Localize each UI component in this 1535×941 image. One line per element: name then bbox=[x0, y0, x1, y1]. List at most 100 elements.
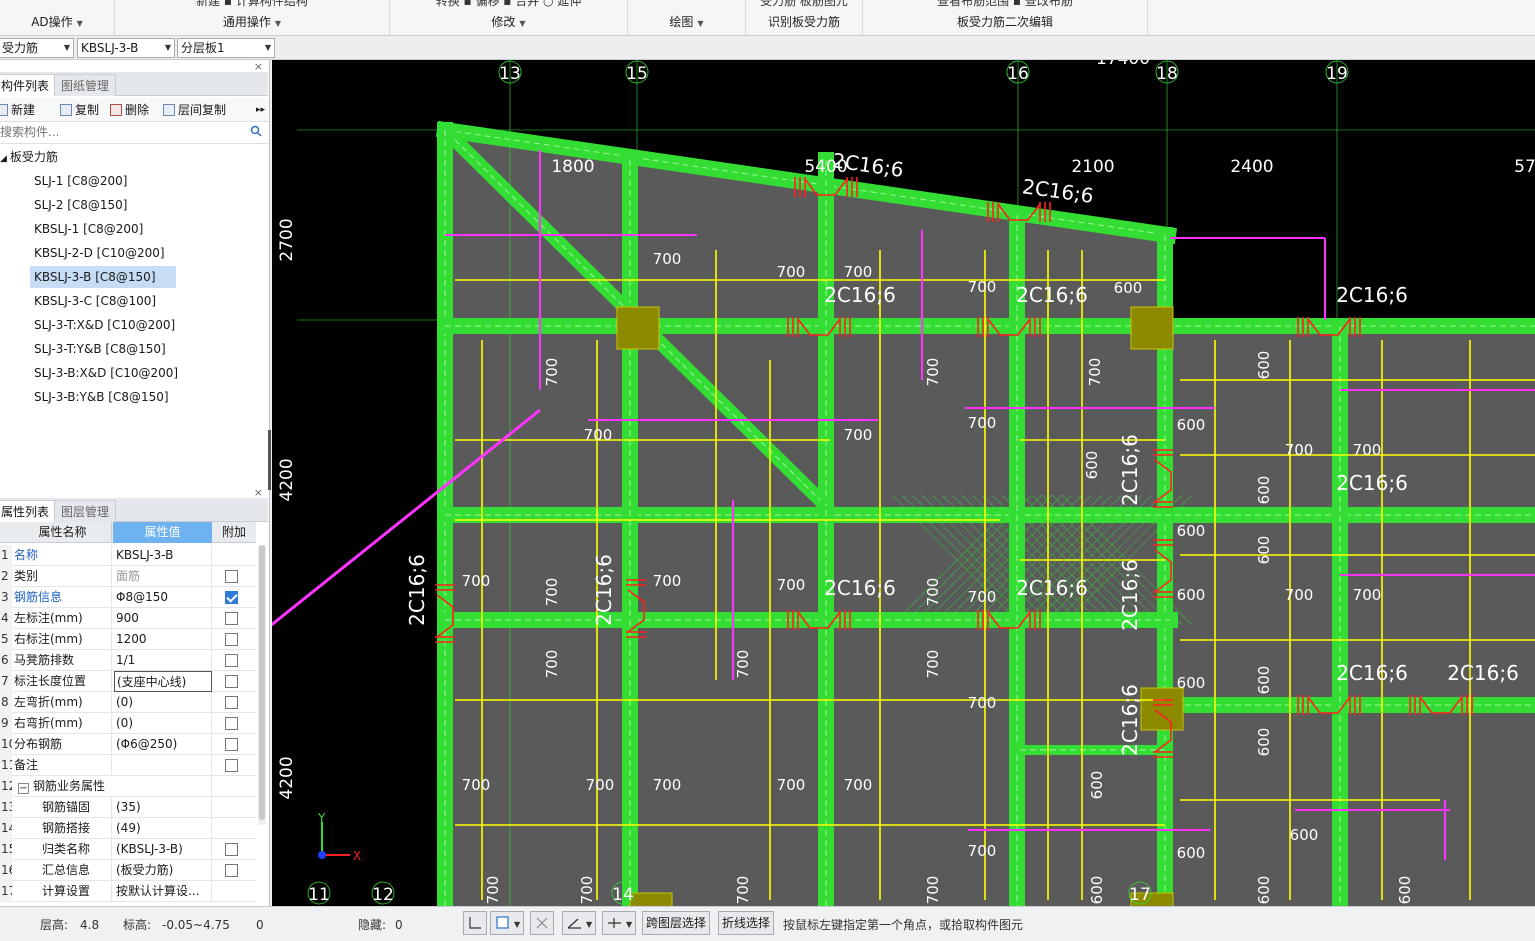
property-value[interactable]: Φ8@150 bbox=[114, 587, 212, 608]
ribbon-group-cad[interactable]: AD操作 ▼ bbox=[0, 0, 115, 35]
extra-checkbox[interactable] bbox=[225, 570, 238, 583]
property-value[interactable]: (0) bbox=[114, 713, 212, 734]
tree-item[interactable]: KBSLJ-2-D [C10@200] bbox=[30, 242, 169, 264]
tree-item[interactable]: SLJ-3-T:X&D [C10@200] bbox=[30, 314, 179, 336]
extra-checkbox[interactable] bbox=[225, 759, 238, 772]
property-row[interactable]: 12−钢筋业务属性 bbox=[0, 776, 256, 797]
tab-component-list[interactable]: 构件列表 bbox=[0, 74, 57, 96]
property-row[interactable]: 14 钢筋搭接 (49) bbox=[0, 818, 256, 839]
extra-checkbox[interactable] bbox=[225, 612, 238, 625]
tree-item-selected[interactable]: KBSLJ-3-B [C8@150] bbox=[30, 266, 176, 288]
chevron-down-icon[interactable]: ◢ bbox=[0, 154, 7, 164]
property-row[interactable]: 9 右弯折(mm) (0) bbox=[0, 713, 256, 734]
tree-item[interactable]: SLJ-3-B:Y&B [C8@150] bbox=[30, 386, 173, 408]
property-value[interactable]: (板受力筋) bbox=[114, 860, 212, 881]
property-row[interactable]: 1 名称 KBSLJ-3-B bbox=[0, 545, 256, 566]
ribbon-group-general-buttons[interactable]: 新建 ▪ 计算构件结构 bbox=[115, 0, 389, 9]
collapse-icon[interactable]: − bbox=[18, 783, 29, 794]
extra-checkbox[interactable] bbox=[225, 654, 238, 667]
property-value[interactable]: 900 bbox=[114, 608, 212, 629]
more-icon[interactable]: ▸▸ bbox=[256, 101, 265, 119]
floor-combo[interactable]: 分层板1 ▼ bbox=[177, 38, 275, 58]
panel-splitter[interactable] bbox=[268, 430, 271, 490]
property-row[interactable]: 11备注 bbox=[0, 755, 256, 776]
chevron-down-icon[interactable]: ▼ bbox=[64, 39, 70, 57]
tab-layer-management[interactable]: 图层管理 bbox=[54, 500, 117, 522]
property-value[interactable]: 1/1 bbox=[114, 650, 212, 671]
angle-icon[interactable]: ▼ bbox=[562, 911, 596, 935]
tree-item[interactable]: KBSLJ-1 [C8@200] bbox=[30, 218, 147, 240]
search-icon[interactable] bbox=[250, 125, 262, 137]
snap-icon[interactable]: ▼ bbox=[602, 911, 636, 935]
property-row[interactable]: 5 右标注(mm) 1200 bbox=[0, 629, 256, 650]
ribbon-group-secondary-edit[interactable]: 查看布筋范围 ▪ 查改布筋 板受力筋二次编辑 bbox=[863, 0, 1148, 35]
tree-item[interactable]: SLJ-3-T:Y&B [C8@150] bbox=[30, 338, 170, 360]
property-value[interactable]: KBSLJ-3-B bbox=[114, 545, 212, 566]
extra-checkbox[interactable] bbox=[225, 633, 238, 646]
property-value[interactable]: (Φ6@250) bbox=[114, 734, 212, 755]
tab-drawing-management[interactable]: 图纸管理 bbox=[54, 74, 117, 96]
scrollbar-thumb[interactable] bbox=[259, 545, 265, 820]
property-row[interactable]: 6 马凳筋排数 1/1 bbox=[0, 650, 256, 671]
property-row[interactable]: 10分布钢筋 (Φ6@250) bbox=[0, 734, 256, 755]
property-value[interactable]: (49) bbox=[114, 818, 212, 839]
component-combo[interactable]: KBSLJ-3-B ▼ bbox=[77, 38, 175, 58]
ortho-icon[interactable] bbox=[463, 911, 487, 935]
property-row[interactable]: 15 归类名称 (KBSLJ-3-B) bbox=[0, 839, 256, 860]
property-row[interactable]: 3 钢筋信息 Φ8@150 bbox=[0, 587, 256, 608]
cad-drawing[interactable]: 1315161819111214171800540021002400571740… bbox=[272, 60, 1535, 906]
property-value[interactable]: 面筋 bbox=[114, 566, 212, 587]
polyline-select-button[interactable]: 折线选择 bbox=[718, 911, 775, 935]
tree-item[interactable]: KBSLJ-3-C [C8@100] bbox=[30, 290, 160, 312]
select-box-icon[interactable]: ▼ bbox=[490, 911, 524, 935]
tree-root[interactable]: ◢ 板受力筋 bbox=[0, 146, 58, 168]
property-row[interactable]: 2 类别 面筋 bbox=[0, 566, 256, 587]
extra-checkbox[interactable] bbox=[225, 717, 238, 730]
type-combo[interactable]: 受力筋 ▼ bbox=[0, 38, 74, 58]
property-value[interactable] bbox=[114, 755, 212, 776]
property-value[interactable]: (35) bbox=[114, 797, 212, 818]
extra-checkbox[interactable] bbox=[225, 738, 238, 751]
extra-checkbox[interactable] bbox=[225, 843, 238, 856]
property-scrollbar[interactable] bbox=[258, 545, 266, 825]
floor-copy-button[interactable]: 层间复制 bbox=[163, 101, 226, 119]
extra-checkbox[interactable] bbox=[225, 864, 238, 877]
property-value[interactable]: 按默认计算设... bbox=[114, 881, 212, 902]
chevron-down-icon[interactable]: ▼ bbox=[265, 39, 271, 57]
ribbon-group-secondary-edit-buttons[interactable]: 查看布筋范围 ▪ 查改布筋 bbox=[863, 0, 1147, 9]
tree-item[interactable]: SLJ-3-B:X&D [C10@200] bbox=[30, 362, 182, 384]
property-value[interactable]: (0) bbox=[114, 692, 212, 713]
property-row[interactable]: 13 钢筋锚固 (35) bbox=[0, 797, 256, 818]
tree-item[interactable]: SLJ-1 [C8@200] bbox=[30, 170, 131, 192]
drawing-canvas[interactable]: 1315161819111214171800540021002400571740… bbox=[272, 60, 1535, 906]
ribbon-group-recognize[interactable]: 受力筋 板筋图元 识别板受力筋 bbox=[746, 0, 863, 35]
cross-floor-select-button[interactable]: 跨图层选择 bbox=[642, 911, 711, 935]
close-icon[interactable]: × bbox=[254, 60, 263, 73]
property-value[interactable]: (KBSLJ-3-B) bbox=[114, 839, 212, 860]
property-row[interactable]: 17 计算设置 按默认计算设... bbox=[0, 881, 256, 902]
extra-checkbox[interactable] bbox=[225, 591, 238, 604]
tree-item[interactable]: SLJ-2 [C8@150] bbox=[30, 194, 131, 216]
close-icon[interactable] bbox=[530, 911, 554, 935]
ribbon-group-general[interactable]: 新建 ▪ 计算构件结构 通用操作 ▼ bbox=[115, 0, 390, 35]
property-row[interactable]: 7 标注长度位置 (支座中心线) bbox=[0, 671, 256, 692]
copy-button[interactable]: 复制 bbox=[60, 101, 99, 119]
ribbon-group-modify[interactable]: 转换 ▪ 偏移 ▪ 合并 ○ 延伸 修改 ▼ bbox=[390, 0, 628, 35]
chevron-down-icon[interactable]: ▼ bbox=[165, 39, 171, 57]
chevron-down-icon[interactable]: ▼ bbox=[275, 19, 281, 28]
chevron-down-icon[interactable]: ▼ bbox=[77, 19, 83, 28]
property-value[interactable]: 1200 bbox=[114, 629, 212, 650]
search-input[interactable] bbox=[0, 122, 240, 142]
extra-checkbox[interactable] bbox=[225, 675, 238, 688]
tab-property-list[interactable]: 属性列表 bbox=[0, 500, 57, 522]
ribbon-group-modify-buttons[interactable]: 转换 ▪ 偏移 ▪ 合并 ○ 延伸 bbox=[390, 0, 627, 9]
new-button[interactable]: 新建 bbox=[0, 101, 35, 119]
delete-button[interactable]: 删除 bbox=[110, 101, 149, 119]
ribbon-group-recognize-buttons[interactable]: 受力筋 板筋图元 bbox=[746, 0, 862, 9]
extra-checkbox[interactable] bbox=[225, 696, 238, 709]
property-row[interactable]: 16 汇总信息 (板受力筋) bbox=[0, 860, 256, 881]
chevron-down-icon[interactable]: ▼ bbox=[519, 19, 525, 28]
property-row[interactable]: 8 左弯折(mm) (0) bbox=[0, 692, 256, 713]
ribbon-group-draw[interactable]: 绘图 ▼ bbox=[628, 0, 746, 35]
chevron-down-icon[interactable]: ▼ bbox=[697, 19, 703, 28]
